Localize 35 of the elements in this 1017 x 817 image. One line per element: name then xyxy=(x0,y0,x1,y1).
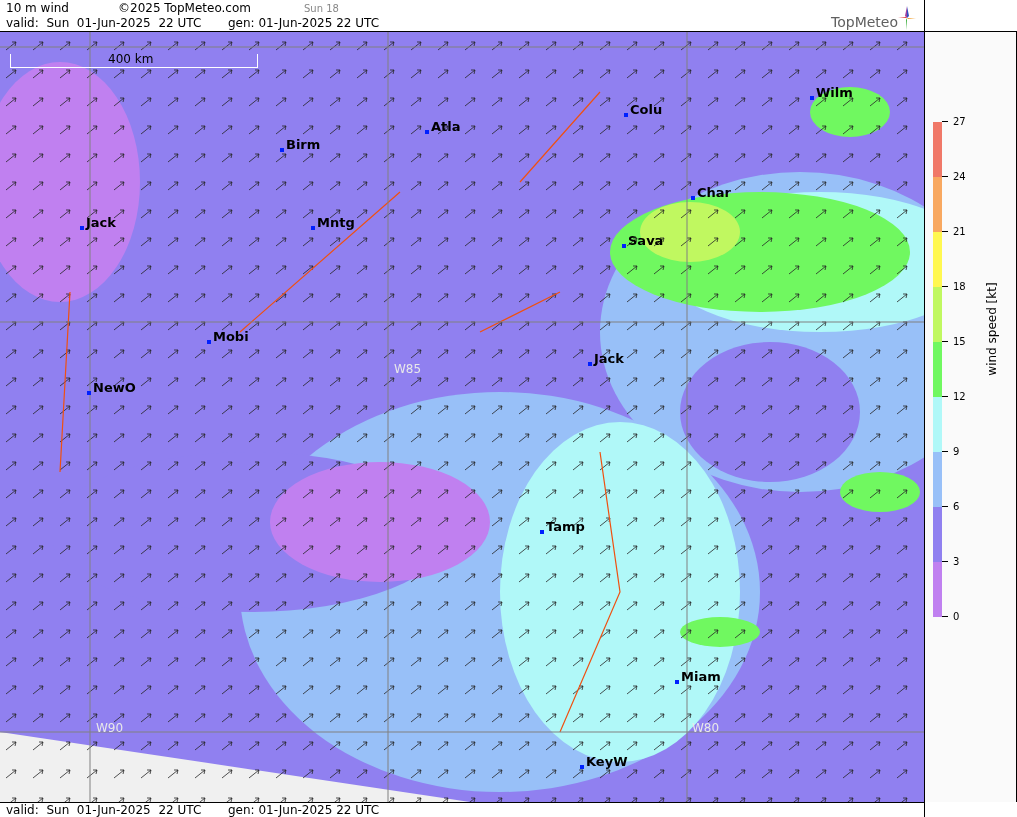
city-label: Jack xyxy=(588,351,624,366)
scale-tick-label: 18 xyxy=(953,281,966,292)
brand-logo-text: TopMeteo xyxy=(831,14,898,30)
valid-time: valid: Sun 01-Jun-2025 22 UTC xyxy=(6,803,203,817)
scale-tick-label: 9 xyxy=(953,446,960,457)
scale-tick-label: 6 xyxy=(953,501,960,512)
scale-label: 400 km xyxy=(108,52,154,66)
map-title: 10 m wind xyxy=(6,1,70,15)
longitude-label: W90 xyxy=(96,721,124,735)
city-label: Atla xyxy=(425,119,461,134)
city-label: NewO xyxy=(87,380,136,395)
longitude-label: W80 xyxy=(692,721,720,735)
city-label: Colu xyxy=(624,102,663,117)
longitude-label: W85 xyxy=(394,362,422,376)
scale-tick-label: 3 xyxy=(953,556,960,567)
scale-tick-label: 21 xyxy=(953,226,966,237)
scale-tick-label: 24 xyxy=(953,171,966,182)
city-label: Mntg xyxy=(311,215,355,230)
scale-tick-label: 27 xyxy=(953,116,966,127)
legend-title: wind speed [kt] xyxy=(985,282,999,376)
valid-time: valid: Sun 01-Jun-2025 22 UTC xyxy=(6,16,203,30)
generated-time: gen: 01-Jun-2025 22 UTC xyxy=(228,803,380,817)
scale-tick-label: 12 xyxy=(953,391,966,402)
city-label: Miam xyxy=(675,669,721,684)
city-label: Tamp xyxy=(540,519,585,534)
scale-tick-label: 0 xyxy=(953,611,960,622)
city-label: Mobi xyxy=(207,329,249,344)
scale-tick-label: 15 xyxy=(953,336,966,347)
time-step-label: Sun 18 xyxy=(304,2,339,14)
city-label: Jack xyxy=(80,215,116,230)
generated-time: gen: 01-Jun-2025 22 UTC xyxy=(228,16,380,30)
city-label: Birm xyxy=(280,137,321,152)
copyright-text: ©2025 TopMeteo.com xyxy=(118,1,252,15)
city-label: Sava xyxy=(622,233,664,248)
city-label: KeyW xyxy=(580,754,628,769)
